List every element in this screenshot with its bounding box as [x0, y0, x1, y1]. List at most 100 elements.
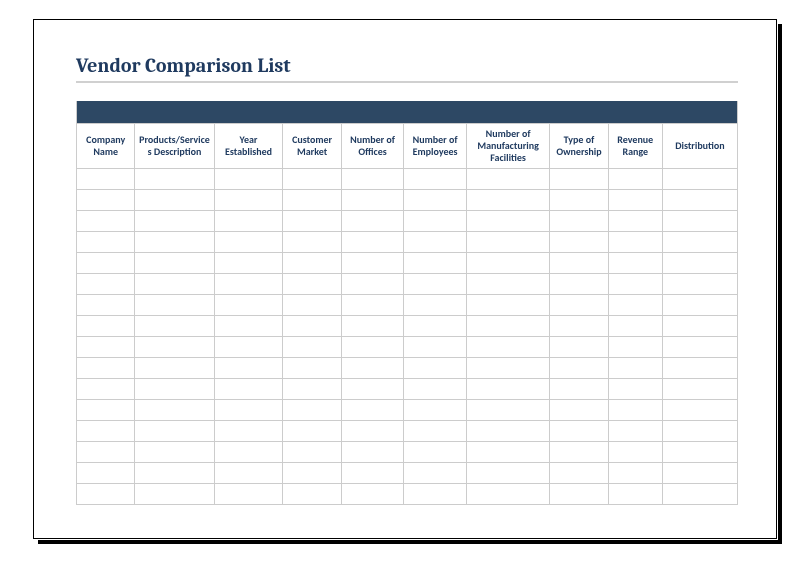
table-cell[interactable]: [341, 337, 404, 358]
table-cell[interactable]: [466, 169, 549, 190]
table-cell[interactable]: [662, 442, 737, 463]
table-cell[interactable]: [77, 442, 135, 463]
table-cell[interactable]: [662, 337, 737, 358]
table-cell[interactable]: [608, 463, 662, 484]
table-cell[interactable]: [283, 400, 341, 421]
table-cell[interactable]: [404, 421, 467, 442]
table-cell[interactable]: [550, 295, 608, 316]
table-cell[interactable]: [466, 337, 549, 358]
table-cell[interactable]: [77, 274, 135, 295]
table-cell[interactable]: [135, 358, 214, 379]
table-cell[interactable]: [77, 400, 135, 421]
table-cell[interactable]: [466, 316, 549, 337]
table-cell[interactable]: [135, 379, 214, 400]
table-cell[interactable]: [466, 421, 549, 442]
table-cell[interactable]: [608, 337, 662, 358]
table-cell[interactable]: [550, 400, 608, 421]
table-cell[interactable]: [404, 253, 467, 274]
table-cell[interactable]: [283, 274, 341, 295]
table-cell[interactable]: [466, 253, 549, 274]
table-cell[interactable]: [341, 421, 404, 442]
table-cell[interactable]: [135, 484, 214, 505]
table-cell[interactable]: [550, 463, 608, 484]
table-cell[interactable]: [550, 190, 608, 211]
table-cell[interactable]: [466, 274, 549, 295]
table-cell[interactable]: [404, 337, 467, 358]
table-cell[interactable]: [550, 232, 608, 253]
table-cell[interactable]: [341, 253, 404, 274]
table-cell[interactable]: [77, 337, 135, 358]
table-cell[interactable]: [466, 295, 549, 316]
table-cell[interactable]: [77, 211, 135, 232]
table-cell[interactable]: [214, 211, 283, 232]
table-cell[interactable]: [466, 232, 549, 253]
table-cell[interactable]: [341, 274, 404, 295]
table-cell[interactable]: [77, 295, 135, 316]
table-cell[interactable]: [662, 295, 737, 316]
table-cell[interactable]: [283, 358, 341, 379]
table-cell[interactable]: [135, 274, 214, 295]
table-cell[interactable]: [662, 463, 737, 484]
table-cell[interactable]: [608, 358, 662, 379]
table-cell[interactable]: [608, 484, 662, 505]
table-cell[interactable]: [77, 421, 135, 442]
table-cell[interactable]: [283, 295, 341, 316]
table-cell[interactable]: [662, 379, 737, 400]
table-cell[interactable]: [550, 421, 608, 442]
table-cell[interactable]: [77, 232, 135, 253]
table-cell[interactable]: [662, 232, 737, 253]
table-cell[interactable]: [135, 295, 214, 316]
table-cell[interactable]: [404, 379, 467, 400]
table-cell[interactable]: [214, 232, 283, 253]
table-cell[interactable]: [341, 358, 404, 379]
table-cell[interactable]: [608, 232, 662, 253]
table-cell[interactable]: [466, 358, 549, 379]
table-cell[interactable]: [662, 421, 737, 442]
table-cell[interactable]: [608, 316, 662, 337]
table-cell[interactable]: [404, 169, 467, 190]
table-cell[interactable]: [135, 211, 214, 232]
table-cell[interactable]: [77, 463, 135, 484]
table-cell[interactable]: [77, 316, 135, 337]
table-cell[interactable]: [77, 253, 135, 274]
table-cell[interactable]: [214, 169, 283, 190]
table-cell[interactable]: [466, 400, 549, 421]
table-cell[interactable]: [466, 190, 549, 211]
table-cell[interactable]: [608, 442, 662, 463]
table-cell[interactable]: [608, 379, 662, 400]
table-cell[interactable]: [404, 358, 467, 379]
table-cell[interactable]: [662, 211, 737, 232]
table-cell[interactable]: [662, 400, 737, 421]
table-cell[interactable]: [550, 358, 608, 379]
table-cell[interactable]: [608, 253, 662, 274]
table-cell[interactable]: [550, 442, 608, 463]
table-cell[interactable]: [404, 232, 467, 253]
table-cell[interactable]: [662, 484, 737, 505]
table-cell[interactable]: [135, 190, 214, 211]
table-cell[interactable]: [341, 232, 404, 253]
table-cell[interactable]: [466, 211, 549, 232]
table-cell[interactable]: [214, 442, 283, 463]
table-cell[interactable]: [135, 442, 214, 463]
table-cell[interactable]: [214, 274, 283, 295]
table-cell[interactable]: [608, 274, 662, 295]
table-cell[interactable]: [404, 484, 467, 505]
table-cell[interactable]: [404, 442, 467, 463]
table-cell[interactable]: [135, 400, 214, 421]
table-cell[interactable]: [466, 463, 549, 484]
table-cell[interactable]: [283, 421, 341, 442]
table-cell[interactable]: [404, 295, 467, 316]
table-cell[interactable]: [77, 169, 135, 190]
table-cell[interactable]: [77, 484, 135, 505]
table-cell[interactable]: [214, 337, 283, 358]
table-cell[interactable]: [283, 379, 341, 400]
table-cell[interactable]: [341, 316, 404, 337]
table-cell[interactable]: [214, 421, 283, 442]
table-cell[interactable]: [662, 253, 737, 274]
table-cell[interactable]: [404, 211, 467, 232]
table-cell[interactable]: [214, 253, 283, 274]
table-cell[interactable]: [135, 463, 214, 484]
table-cell[interactable]: [550, 211, 608, 232]
table-cell[interactable]: [550, 274, 608, 295]
table-cell[interactable]: [283, 253, 341, 274]
